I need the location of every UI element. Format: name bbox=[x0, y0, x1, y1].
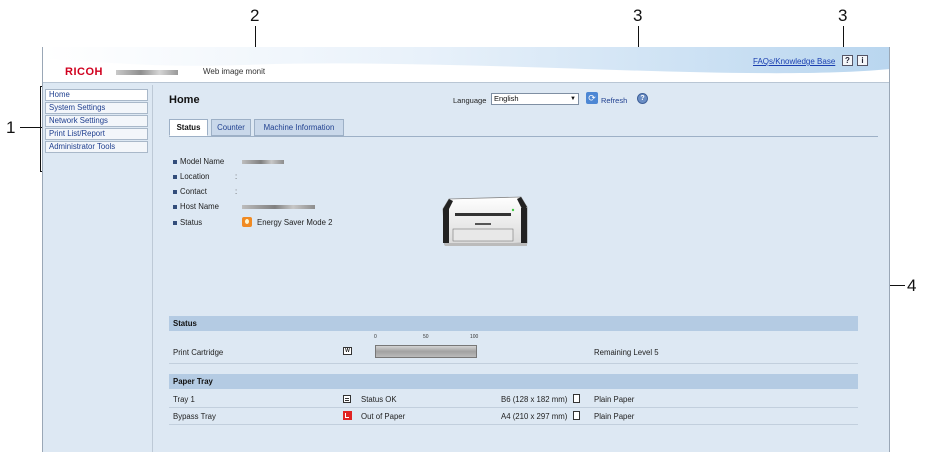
row-divider bbox=[169, 424, 858, 425]
tab-underline bbox=[169, 136, 878, 137]
location-label: Location bbox=[180, 172, 210, 181]
model-name-label: Model Name bbox=[180, 157, 225, 166]
header-bar: RICOH Web image monit FAQs/Knowledge Bas… bbox=[43, 47, 889, 83]
help-icon[interactable]: ? bbox=[842, 55, 853, 66]
tray-1-paper-type: Plain Paper bbox=[594, 395, 635, 404]
app-title: Web image monit bbox=[203, 67, 266, 76]
row-divider bbox=[169, 363, 858, 364]
contact-value: : bbox=[235, 187, 238, 196]
bullet-icon bbox=[173, 205, 177, 209]
status-value: Energy Saver Mode 2 bbox=[257, 218, 333, 227]
host-name-value-blurred bbox=[242, 205, 315, 209]
refresh-icon[interactable]: ⟳ bbox=[586, 92, 598, 104]
sidebar-item-administrator-tools[interactable]: Administrator Tools bbox=[45, 141, 148, 153]
info-icon[interactable]: i bbox=[857, 55, 868, 66]
bullet-icon bbox=[173, 221, 177, 225]
energy-saver-icon bbox=[242, 217, 252, 227]
paper-tray-section-header: Paper Tray bbox=[169, 374, 858, 389]
bypass-tray-status: Out of Paper bbox=[361, 412, 406, 421]
language-select[interactable]: English ▼ bbox=[491, 93, 579, 105]
sidebar-item-print-list-report[interactable]: Print List/Report bbox=[45, 128, 148, 140]
remaining-level-text: Remaining Level 5 bbox=[594, 348, 659, 357]
faq-knowledge-base-link[interactable]: FAQs/Knowledge Base bbox=[753, 57, 835, 66]
host-name-label: Host Name bbox=[180, 202, 219, 211]
sidebar-menu: Home System Settings Network Settings Pr… bbox=[45, 89, 148, 154]
tray-1-size: B6 (128 x 182 mm) bbox=[501, 395, 568, 404]
ricoh-logo[interactable]: RICOH bbox=[65, 66, 103, 78]
bullet-icon bbox=[173, 160, 177, 164]
tray-ok-icon bbox=[343, 395, 351, 403]
callout-1: 1 bbox=[6, 118, 16, 137]
sidebar-divider bbox=[152, 85, 153, 452]
callout-4: 4 bbox=[907, 276, 917, 295]
paper-size-icon bbox=[573, 394, 580, 403]
callout-3-help: 3 bbox=[633, 6, 643, 25]
toner-cartridge-icon: W bbox=[343, 347, 352, 355]
scale-mid: 50 bbox=[423, 334, 429, 340]
tab-status[interactable]: Status bbox=[169, 119, 208, 136]
chevron-down-icon: ▼ bbox=[570, 96, 576, 102]
callout-2: 2 bbox=[250, 6, 260, 25]
page-title: Home bbox=[169, 94, 200, 106]
language-label: Language bbox=[453, 96, 487, 105]
status-section-header: Status bbox=[169, 316, 858, 331]
tab-machine-information[interactable]: Machine Information bbox=[254, 119, 344, 136]
tray-1-status: Status OK bbox=[361, 395, 397, 404]
web-image-monitor-window: RICOH Web image monit FAQs/Knowledge Bas… bbox=[42, 47, 890, 452]
main-content: Home Language English ▼ ⟳ Refresh ? Stat… bbox=[157, 83, 889, 452]
cartridge-level-bar bbox=[375, 345, 477, 358]
location-value: : bbox=[235, 172, 238, 181]
language-select-value: English bbox=[494, 94, 519, 103]
out-of-paper-icon bbox=[343, 411, 352, 420]
status-label: Status bbox=[180, 218, 203, 227]
sidebar-item-system-settings[interactable]: System Settings bbox=[45, 102, 148, 114]
row-divider bbox=[169, 407, 858, 408]
model-name-blurred bbox=[116, 70, 178, 75]
sidebar-item-home[interactable]: Home bbox=[45, 89, 148, 101]
bullet-icon bbox=[173, 175, 177, 179]
callout-3-header: 3 bbox=[838, 6, 848, 25]
bypass-tray-paper-type: Plain Paper bbox=[594, 412, 635, 421]
sidebar-item-network-settings[interactable]: Network Settings bbox=[45, 115, 148, 127]
contact-label: Contact bbox=[180, 187, 207, 196]
refresh-button[interactable]: Refresh bbox=[601, 96, 627, 105]
print-cartridge-label: Print Cartridge bbox=[173, 348, 224, 357]
scale-max: 100 bbox=[470, 334, 479, 340]
callout-1-bracket bbox=[40, 86, 41, 172]
tray-1-name: Tray 1 bbox=[173, 395, 195, 404]
tab-counter[interactable]: Counter bbox=[211, 119, 251, 136]
callout-1-leader bbox=[20, 127, 42, 128]
bypass-tray-size: A4 (210 x 297 mm) bbox=[501, 412, 568, 421]
paper-size-icon bbox=[573, 411, 580, 420]
help-circle-icon[interactable]: ? bbox=[637, 93, 648, 104]
printer-image bbox=[442, 196, 528, 246]
scale-min: 0 bbox=[374, 334, 377, 340]
cartridge-level-fill bbox=[376, 346, 476, 357]
bullet-icon bbox=[173, 190, 177, 194]
model-name-value-blurred bbox=[242, 160, 284, 164]
bypass-tray-name: Bypass Tray bbox=[173, 412, 216, 421]
